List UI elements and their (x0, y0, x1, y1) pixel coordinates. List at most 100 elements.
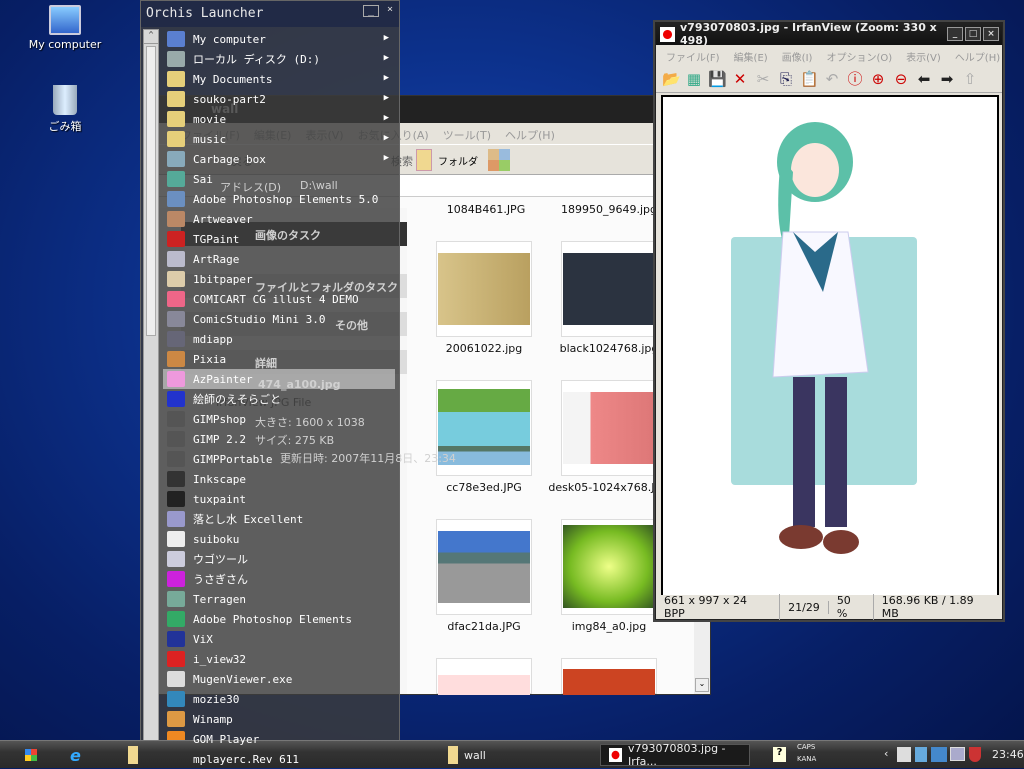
launcher-item[interactable]: うさぎさん (163, 569, 395, 589)
launcher-item-label: i_view32 (193, 652, 246, 666)
launcher-item[interactable]: My Documents ▶ (163, 69, 395, 89)
ime-kana[interactable]: KANA (797, 755, 816, 763)
app-icon (167, 711, 185, 727)
menu-item[interactable]: 画像(I) (782, 49, 813, 65)
app-icon (167, 111, 185, 127)
file-thumbnail[interactable] (436, 241, 532, 337)
folder-icon[interactable] (128, 746, 138, 764)
irfanview-window[interactable]: v793070803.jpg - IrfanView (Zoom: 330 x … (655, 21, 1003, 620)
launcher-item[interactable]: 絵師のえそらごと (163, 389, 395, 409)
file-thumbnail[interactable] (561, 241, 657, 337)
launcher-item[interactable]: Inkscape (163, 469, 395, 489)
folders-button[interactable]: フォルダ (438, 153, 478, 168)
ime-help-icon[interactable]: ? (773, 747, 786, 762)
launcher-item[interactable]: Artweaver (163, 209, 395, 229)
tray-expand-icon[interactable]: ‹ (884, 747, 888, 760)
file-thumbnail[interactable] (436, 658, 532, 695)
launcher-item[interactable]: 落とし水 Excellent (163, 509, 395, 529)
up-icon[interactable]: ⇧ (961, 70, 979, 88)
launcher-item[interactable]: ウゴツール (163, 549, 395, 569)
launcher-scrollbar[interactable]: ^ (143, 29, 159, 759)
launcher-item[interactable]: Winamp (163, 709, 395, 729)
launcher-item[interactable]: movie ▶ (163, 109, 395, 129)
file-name[interactable]: 20061022.jpg (419, 342, 549, 355)
menu-item[interactable]: ツール(T) (443, 127, 491, 144)
taskbar-button-wall[interactable]: wall (440, 744, 590, 766)
minimize-button[interactable]: _ (947, 27, 963, 41)
scroll-up-button[interactable]: ^ (144, 30, 158, 44)
launcher-item[interactable]: suiboku (163, 529, 395, 549)
menu-item[interactable]: オプション(O) (826, 49, 892, 65)
zoom-in-icon[interactable]: ⊕ (869, 70, 887, 88)
launcher-item-label: souko-part2 (193, 92, 266, 106)
menu-item[interactable]: 編集(E) (734, 49, 768, 65)
launcher-item[interactable]: mdiapp (163, 329, 395, 349)
start-button[interactable] (25, 749, 37, 761)
tray-monitor-icon[interactable] (950, 747, 965, 761)
ime-caps[interactable]: CAPS (797, 743, 815, 751)
launcher-item[interactable]: souko-part2 ▶ (163, 89, 395, 109)
slideshow-icon[interactable]: ▦ (685, 70, 703, 88)
app-icon (167, 351, 185, 367)
close-button[interactable]: × (983, 27, 999, 41)
copy-icon[interactable]: ⎘ (777, 70, 795, 88)
launcher-item[interactable]: MugenViewer.exe (163, 669, 395, 689)
app-icon (167, 631, 185, 647)
file-thumbnail[interactable] (561, 519, 657, 615)
tray-app-icon[interactable] (915, 747, 927, 762)
launcher-item[interactable]: Carbage box ▶ (163, 149, 395, 169)
launcher-item[interactable]: music ▶ (163, 129, 395, 149)
launcher-item[interactable]: mozie30 (163, 689, 395, 709)
file-name[interactable]: img84_a0.jpg (544, 620, 674, 633)
launcher-item[interactable]: Adobe Photoshop Elements 5.0 (163, 189, 395, 209)
zoom-out-icon[interactable]: ⊖ (892, 70, 910, 88)
launcher-item[interactable]: tuxpaint (163, 489, 395, 509)
save-icon[interactable]: 💾 (708, 70, 727, 88)
taskbar: e wall v793070803.jpg - Irfa... ? CAPS K… (0, 740, 1024, 768)
tray-network-icon[interactable] (897, 747, 911, 762)
info-icon[interactable]: ⓘ (846, 68, 864, 89)
tray-app-icon[interactable] (931, 747, 947, 762)
menu-item[interactable]: ファイル(F) (666, 49, 720, 65)
next-icon[interactable]: ➡ (938, 70, 956, 88)
launcher-item[interactable]: ArtRage (163, 249, 395, 269)
scroll-thumb[interactable] (146, 46, 156, 336)
tray-security-icon[interactable] (969, 747, 981, 762)
paste-icon[interactable]: 📋 (800, 70, 819, 88)
launcher-item[interactable]: ローカル ディスク (D:) ▶ (163, 49, 395, 69)
launcher-item[interactable]: My computer ▶ (163, 29, 395, 49)
file-thumbnail[interactable] (561, 658, 657, 695)
menu-item[interactable]: 表示(V) (906, 49, 941, 65)
file-name[interactable]: cc78e3ed.JPG (419, 481, 549, 494)
previous-icon[interactable]: ⬅ (915, 70, 933, 88)
menu-item[interactable]: ヘルプ(H) (955, 49, 1000, 65)
minimize-button[interactable]: _ (363, 5, 379, 17)
open-icon[interactable]: 📂 (662, 70, 681, 88)
image-canvas[interactable] (661, 95, 999, 595)
launcher-item-label: COMICART CG illust 4 DEMO (193, 292, 359, 306)
app-icon (167, 311, 185, 327)
launcher-item[interactable]: i_view32 (163, 649, 395, 669)
taskbar-button-irfanview[interactable]: v793070803.jpg - Irfa... (600, 742, 750, 768)
file-thumbnail[interactable] (561, 380, 657, 476)
maximize-button[interactable]: □ (965, 27, 981, 41)
launcher-item[interactable]: Terragen (163, 589, 395, 609)
address-input[interactable]: D:\wall (300, 179, 338, 192)
close-button[interactable]: × (382, 5, 398, 17)
file-name[interactable]: 1084B461.JPG (421, 203, 551, 216)
desktop-icon-my-computer[interactable]: My computer (25, 5, 105, 51)
desktop-icon-recycle-bin[interactable]: ごみ箱 (25, 85, 105, 134)
menu-item[interactable]: ヘルプ(H) (505, 127, 555, 144)
views-icon[interactable] (488, 149, 510, 171)
launcher-item[interactable]: Pixia (163, 349, 395, 369)
launcher-item[interactable]: ViX (163, 629, 395, 649)
undo-icon[interactable]: ↶ (823, 70, 841, 88)
file-thumbnail[interactable] (436, 519, 532, 615)
scroll-down-button[interactable]: ⌄ (695, 678, 709, 692)
cut-icon[interactable]: ✂ (754, 70, 772, 88)
file-name[interactable]: dfac21da.JPG (419, 620, 549, 633)
delete-icon[interactable]: ✕ (731, 70, 749, 88)
launcher-item[interactable]: Adobe Photoshop Elements (163, 609, 395, 629)
internet-explorer-icon[interactable]: e (70, 746, 81, 765)
launcher-item-label: My Documents (193, 72, 273, 86)
